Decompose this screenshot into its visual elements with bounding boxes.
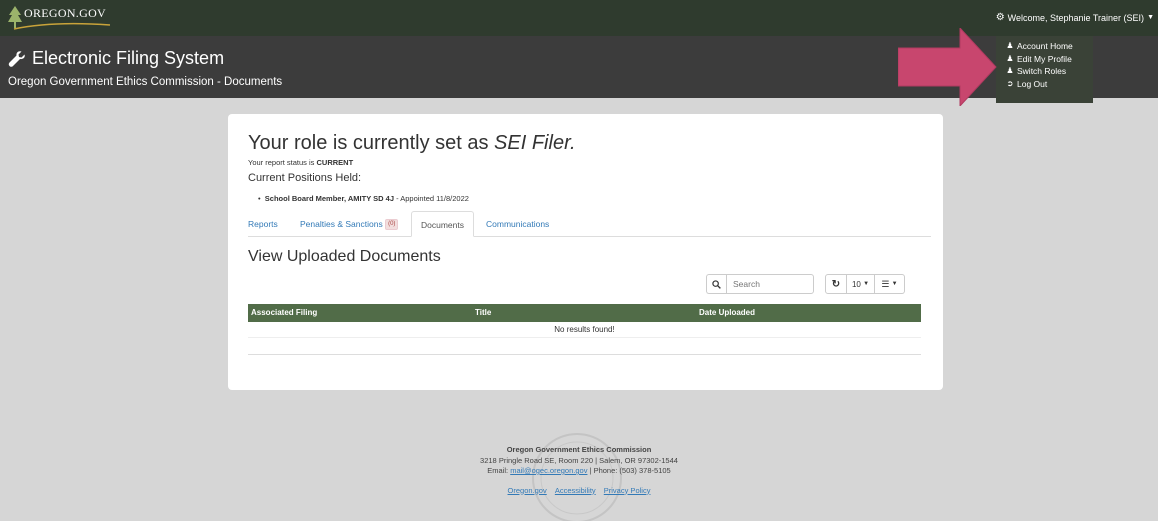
menu-item-log-out[interactable]: ➲ Log Out [1006, 78, 1093, 91]
menu-item-account-home[interactable]: ♟ Account Home [1006, 40, 1093, 53]
page-footer: Oregon Government Ethics Commission 3218… [0, 445, 1158, 496]
footer-org-name: Oregon Government Ethics Commission [506, 445, 652, 454]
columns-toggle-button[interactable]: ☰ ▼ [875, 274, 905, 294]
column-header-title[interactable]: Title [475, 304, 491, 322]
search-button[interactable] [706, 274, 726, 294]
oregon-gov-logo[interactable]: OREGON.GOV [8, 3, 118, 31]
system-subtitle: Oregon Government Ethics Commission - Do… [8, 76, 283, 88]
role-name: SEI Filer. [494, 132, 576, 154]
role-prefix: Your role is currently set as [248, 132, 495, 154]
tab-reports[interactable]: Reports [248, 211, 278, 237]
users-icon: ♟ [1006, 66, 1014, 75]
position-list-item: • School Board Member, AMITY SD 4J - App… [258, 194, 469, 203]
column-header-date-uploaded[interactable]: Date Uploaded [699, 304, 755, 322]
oregon-gov-logo-text: OREGON.GOV [24, 6, 106, 20]
status-prefix: Your report status is [248, 158, 317, 167]
table-search [706, 274, 814, 294]
footer-address: 3218 Pringle Road SE, Room 220 | Salem, … [480, 455, 678, 465]
count-badge: (0) [385, 219, 399, 231]
caret-down-icon: ▼ [1147, 14, 1154, 21]
gears-icon: ⚙ [995, 12, 1005, 23]
wrench-icon [8, 50, 25, 67]
column-header-associated-filing[interactable]: Associated Filing [251, 304, 317, 322]
page-size-value: 10 [851, 279, 861, 289]
section-title: View Uploaded Documents [248, 248, 441, 265]
annotation-arrow-icon [898, 28, 997, 106]
menu-item-label: Edit My Profile [1017, 53, 1072, 64]
list-columns-icon: ☰ [881, 278, 890, 289]
logo-swoosh [13, 22, 111, 30]
refresh-icon: ↻ [831, 278, 841, 290]
tab-documents[interactable]: Documents [411, 211, 474, 237]
menu-item-label: Switch Roles [1017, 66, 1067, 76]
table-footer-divider [248, 354, 921, 355]
status-value: CURRENT [316, 158, 354, 167]
menu-item-label: Log Out [1017, 78, 1048, 89]
menu-item-label: Account Home [1017, 41, 1073, 51]
page-size-dropdown[interactable]: 10 ▼ [847, 274, 875, 294]
tab-label: Penalties & Sanctions [300, 219, 383, 229]
welcome-user-menu[interactable]: ⚙ Welcome, Stephanie Trainer (SEI) ▼ [996, 12, 1154, 23]
position-detail: - Appointed 11/8/2022 [394, 194, 469, 203]
positions-heading: Current Positions Held: [248, 172, 362, 184]
tab-bar: Reports Penalties & Sanctions (0) Docume… [248, 211, 931, 237]
menu-item-edit-profile[interactable]: ♟ Edit My Profile [1006, 53, 1093, 66]
caret-down-icon: ▼ [863, 281, 870, 287]
refresh-button[interactable]: ↻ [825, 274, 847, 294]
user-icon: ♟ [1006, 41, 1014, 50]
tab-communications[interactable]: Communications [486, 211, 549, 237]
caret-down-icon: ▼ [891, 281, 898, 287]
welcome-label: Welcome, Stephanie Trainer (SEI) [1007, 12, 1145, 23]
user-dropdown-menu: ♟ Account Home ♟ Edit My Profile ♟ Switc… [996, 36, 1093, 103]
search-icon [712, 279, 721, 289]
system-title-text: Electronic Filing System [32, 48, 225, 68]
table-toolbar: ↻ 10 ▼ ☰ ▼ [825, 274, 905, 294]
position-name: School Board Member, AMITY SD 4J [264, 194, 394, 203]
email-prefix: Email: [487, 466, 511, 475]
empty-table-message: No results found! [248, 322, 921, 338]
footer-link-privacy-policy[interactable]: Privacy Policy [604, 486, 651, 495]
documents-table: Associated Filing Title Date Uploaded No… [248, 304, 921, 338]
email-link[interactable]: mail@ogec.oregon.gov [510, 466, 587, 475]
report-status: Your report status is CURRENT [248, 158, 353, 167]
menu-item-switch-roles[interactable]: ♟ Switch Roles [1006, 65, 1093, 78]
main-card: Your role is currently set as SEI Filer.… [228, 114, 943, 390]
system-title: Electronic Filing System [8, 48, 224, 69]
table-header-row: Associated Filing Title Date Uploaded [248, 304, 921, 322]
footer-link-accessibility[interactable]: Accessibility [555, 486, 596, 495]
search-input[interactable] [726, 274, 814, 294]
footer-link-oregon-gov[interactable]: Oregon.gov [508, 486, 547, 495]
footer-links: Oregon.gov Accessibility Privacy Policy [0, 486, 1158, 497]
footer-phone: | Phone: (503) 378-5105 [587, 466, 671, 475]
role-heading: Your role is currently set as SEI Filer. [248, 132, 576, 155]
sign-out-icon: ➲ [1006, 78, 1014, 88]
tab-penalties-sanctions[interactable]: Penalties & Sanctions (0) [300, 211, 399, 237]
user-icon: ♟ [1006, 53, 1014, 63]
footer-contact: Email: mail@ogec.oregon.gov | Phone: (50… [0, 466, 1158, 477]
